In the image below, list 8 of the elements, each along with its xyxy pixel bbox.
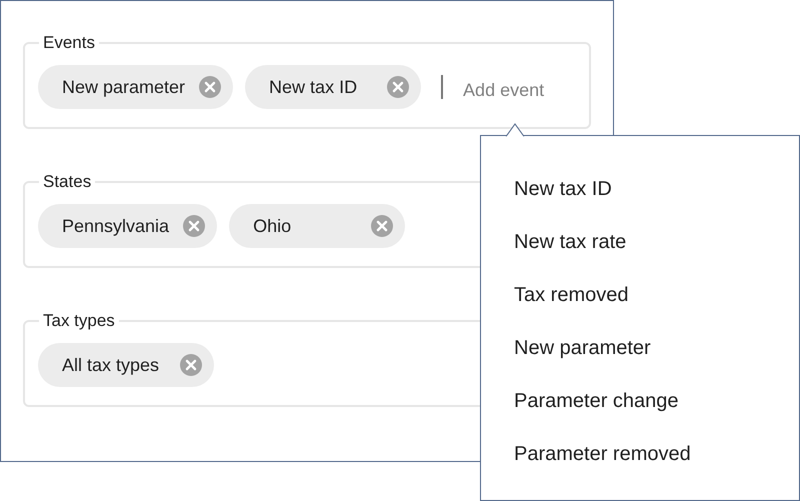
tag-label: All tax types bbox=[62, 354, 160, 377]
tag-label: Pennsylvania bbox=[62, 214, 170, 238]
tag-label: Ohio bbox=[253, 214, 292, 238]
tag-label: New parameter bbox=[62, 76, 186, 99]
group-label: Tax types bbox=[42, 311, 116, 331]
group-label: Events bbox=[42, 33, 96, 53]
tag-label: New tax ID bbox=[269, 76, 358, 98]
group-label: States bbox=[42, 172, 92, 192]
